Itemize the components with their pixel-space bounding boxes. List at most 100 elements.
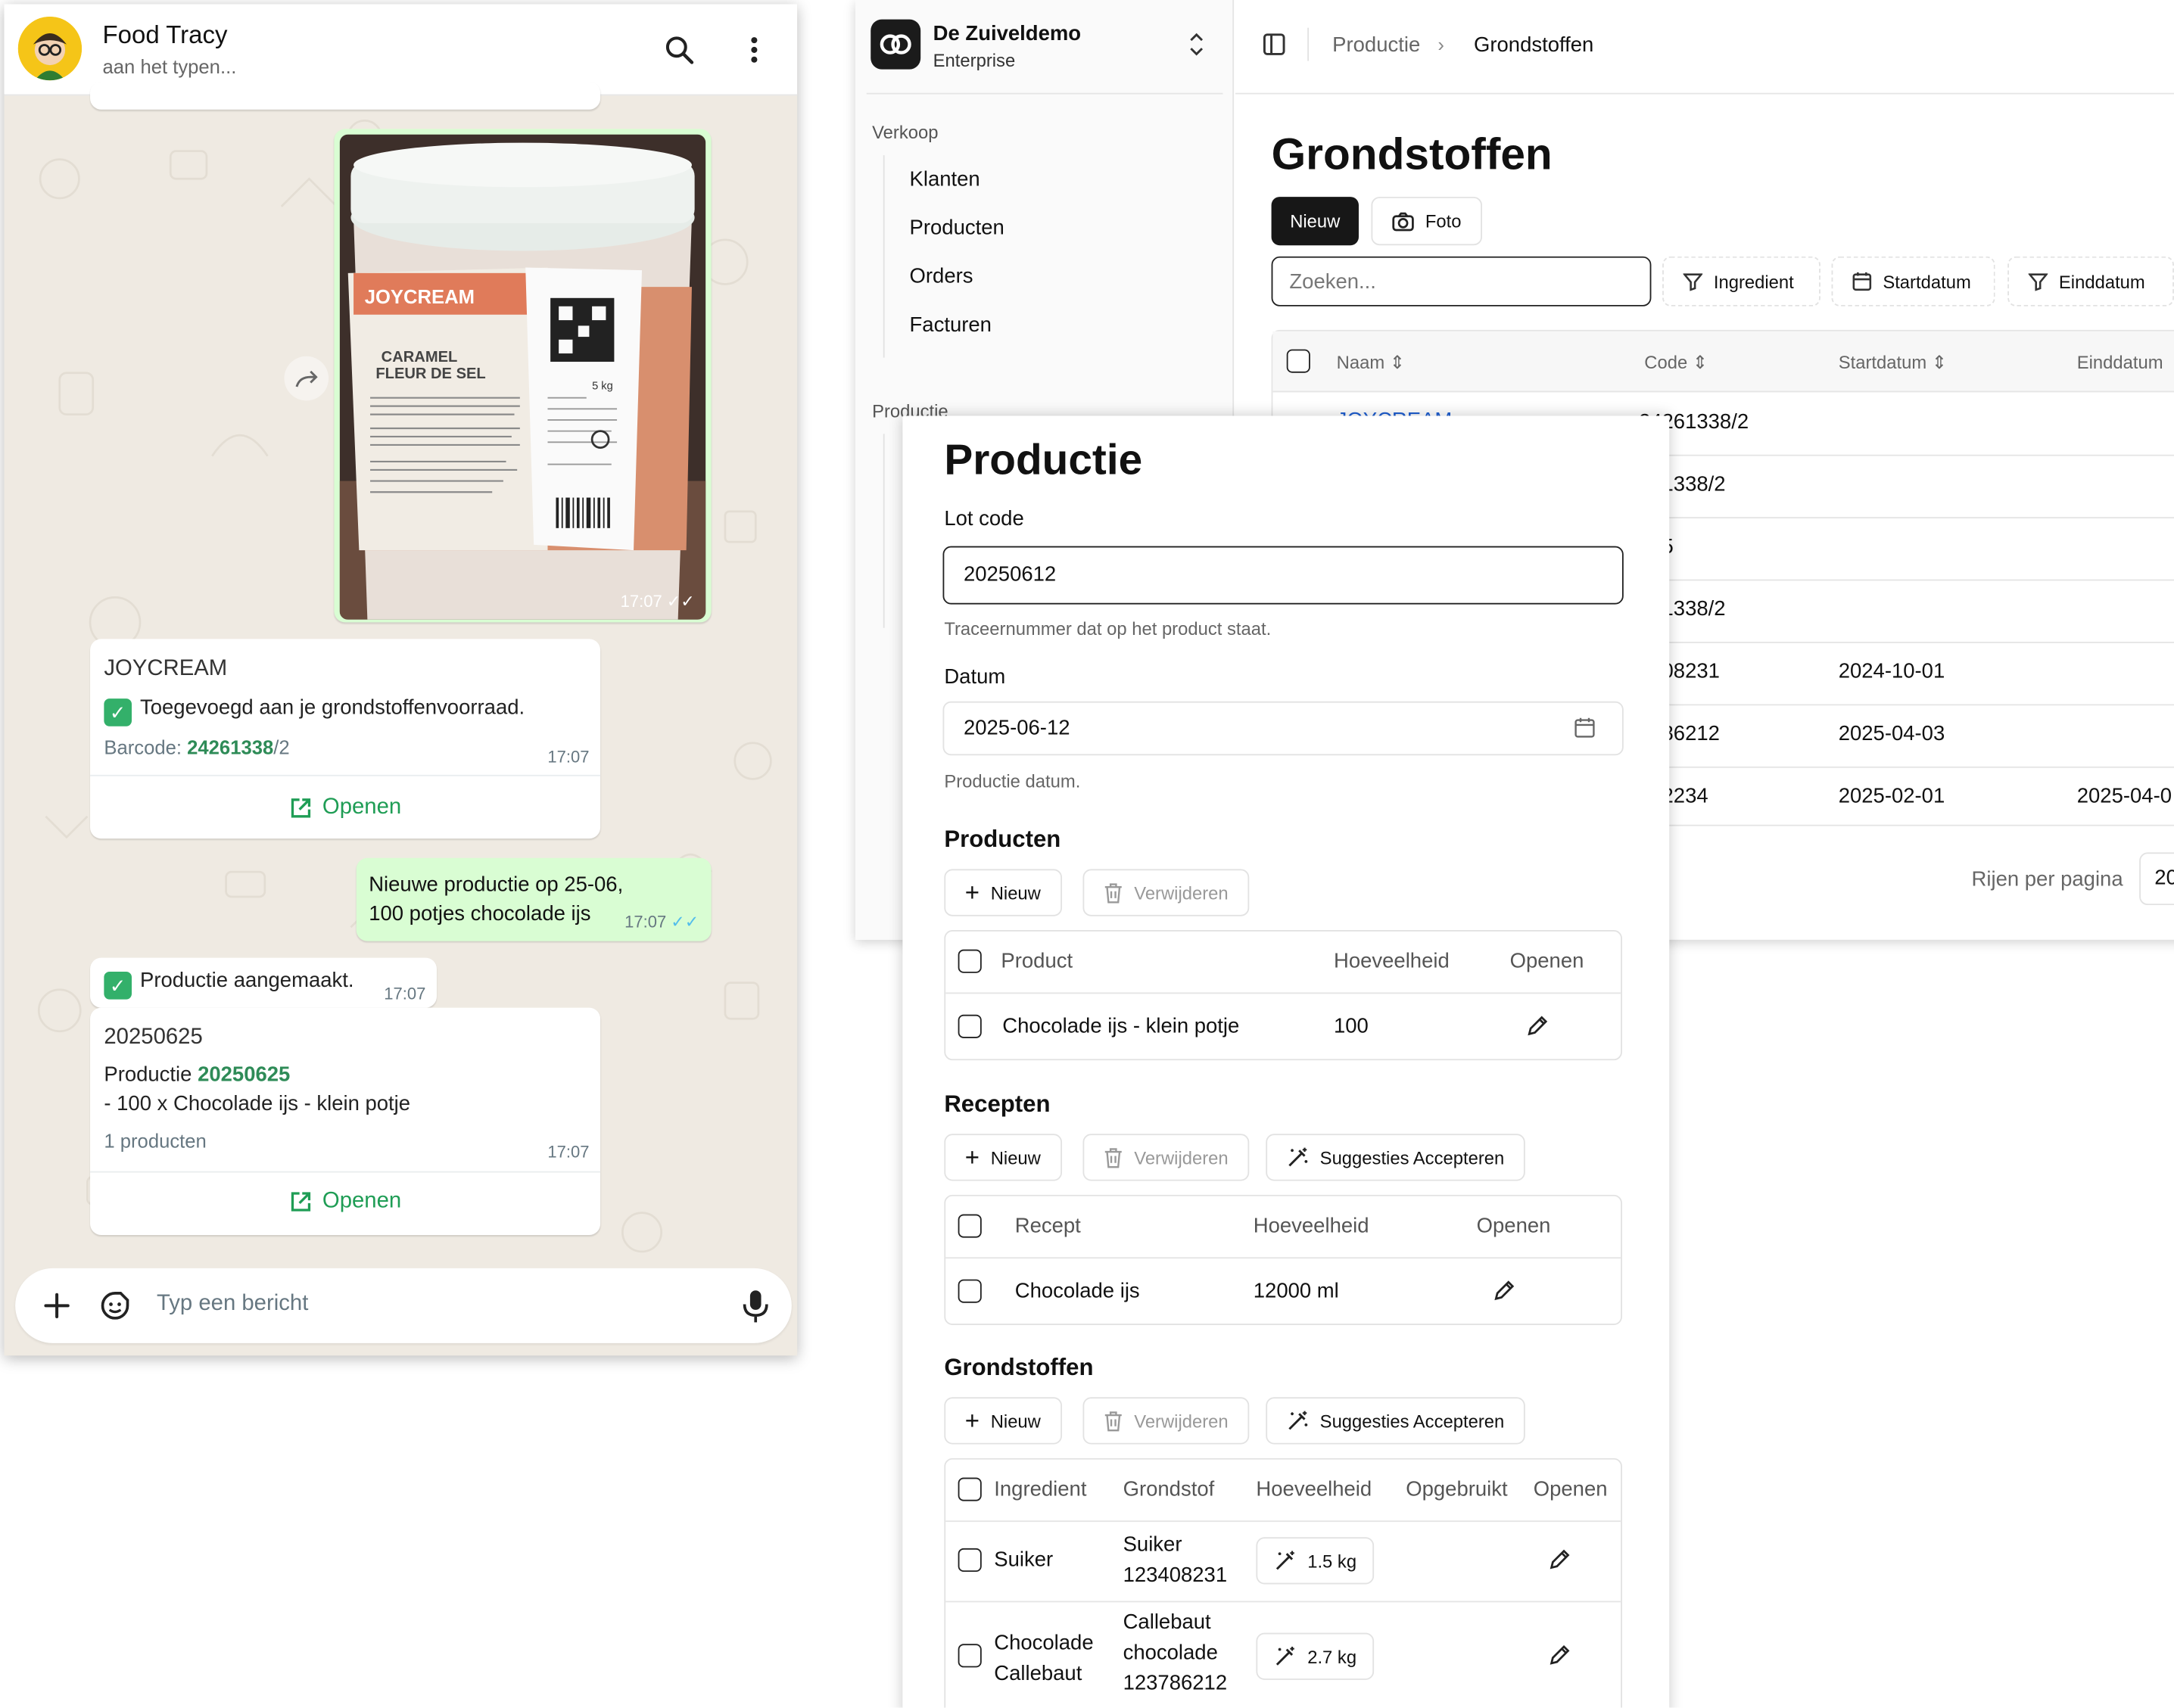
column-openen: Openen	[1509, 949, 1584, 973]
calendar-icon[interactable]	[1574, 717, 1596, 739]
column-einddatum[interactable]: Einddatum	[2077, 352, 2163, 372]
grondstoffen-delete-button[interactable]: Verwijderen	[1082, 1397, 1250, 1445]
column-code[interactable]: Code ⇕	[1644, 352, 1708, 374]
production-line: Productie 20250625	[104, 1062, 291, 1087]
microphone-icon[interactable]	[739, 1288, 772, 1324]
search-icon[interactable]	[659, 29, 700, 70]
column-naam[interactable]: Naam ⇕	[1337, 352, 1405, 374]
quantity-suggest-button[interactable]: 1.5 kg	[1256, 1537, 1375, 1585]
magic-wand-icon	[1288, 1411, 1308, 1430]
trash-icon	[1104, 882, 1122, 903]
breadcrumb-parent[interactable]: Productie	[1332, 33, 1420, 57]
chat-window: Food Tracy aan het typen... JOYCREAM CAR…	[4, 4, 798, 1356]
production-created-text: ✓ Productie aangemaakt.	[104, 969, 354, 1000]
filter-icon	[2028, 273, 2048, 291]
producten-new-button[interactable]: + Nieuw	[944, 869, 1062, 916]
plus-icon: +	[964, 1143, 980, 1171]
forward-icon[interactable]	[284, 356, 329, 401]
edit-pencil-icon[interactable]	[1547, 1547, 1572, 1579]
edit-pencil-icon[interactable]	[1492, 1278, 1517, 1310]
grondstoffen-accept-suggestions-button[interactable]: Suggesties Accepteren	[1266, 1397, 1525, 1445]
contact-name[interactable]: Food Tracy	[103, 20, 228, 49]
filter-einddatum[interactable]: Einddatum	[2007, 256, 2174, 306]
recepten-delete-button[interactable]: Verwijderen	[1082, 1134, 1250, 1181]
chevrons-up-down-icon[interactable]	[1185, 30, 1207, 58]
new-button[interactable]: Nieuw	[1271, 197, 1359, 246]
calendar-icon	[1852, 272, 1872, 291]
grondstof-name: Callebaut chocolade 123786212	[1123, 1610, 1228, 1696]
breadcrumb-current: Grondstoffen	[1473, 33, 1594, 58]
sidebar-item-facturen[interactable]: Facturen	[910, 313, 992, 337]
table-header	[1272, 331, 2174, 393]
magic-wand-icon	[1275, 1551, 1294, 1570]
select-all-checkbox[interactable]	[958, 1477, 982, 1501]
lot-code-input[interactable]: 20250612	[942, 546, 1624, 605]
recepten-new-button[interactable]: + Nieuw	[944, 1134, 1062, 1181]
production-card: 20250625 Productie 20250625 - 100 x Choc…	[90, 1007, 601, 1235]
column-grondstof: Grondstof	[1123, 1477, 1215, 1501]
sidebar-item-producten[interactable]: Producten	[910, 216, 1004, 240]
joycream-card: JOYCREAM ✓ Toegevoegd aan je grondstoffen…	[90, 639, 601, 839]
grondstoffen-section-title: Grondstoffen	[944, 1354, 1094, 1381]
filter-startdatum[interactable]: Startdatum	[1831, 256, 1995, 306]
date-hint: Productie datum.	[944, 770, 1081, 792]
more-options-icon[interactable]	[733, 29, 775, 70]
product-name: Chocolade ijs - klein potje	[1002, 1014, 1240, 1038]
productie-dialog: Productie Lot code 20250612 Traceernumme…	[902, 415, 1670, 1708]
production-link[interactable]: 20250625	[198, 1063, 290, 1087]
production-created-time: 17:07	[384, 984, 426, 1004]
product-quantity: 100	[1333, 1014, 1369, 1038]
sort-icon: ⇕	[1389, 352, 1405, 373]
outgoing-time: 17:07 ✓✓	[624, 912, 699, 932]
external-link-icon	[290, 798, 310, 818]
photo-button[interactable]: Foto	[1371, 197, 1482, 246]
select-all-checkbox[interactable]	[1286, 349, 1310, 373]
message-input[interactable]: Typ een bericht	[157, 1292, 308, 1317]
select-all-checkbox[interactable]	[958, 1214, 982, 1238]
contact-avatar[interactable]	[17, 16, 83, 81]
filter-ingredient[interactable]: Ingredient	[1662, 256, 1820, 306]
previous-message-bubble	[90, 82, 601, 110]
column-opgebruikt: Opgebruikt	[1406, 1477, 1508, 1501]
recepten-accept-suggestions-button[interactable]: Suggesties Accepteren	[1266, 1134, 1525, 1181]
rows-per-page-select[interactable]: 20	[2139, 852, 2174, 906]
image-message[interactable]: JOYCREAM CARAMEL FLEUR DE SEL 5 kg 17:07…	[334, 129, 712, 623]
plus-icon[interactable]	[40, 1289, 73, 1322]
row-checkbox[interactable]	[958, 1548, 982, 1573]
select-all-checkbox[interactable]	[958, 949, 982, 973]
grondstoffen-new-button[interactable]: + Nieuw	[944, 1397, 1062, 1445]
edit-pencil-icon[interactable]	[1525, 1013, 1550, 1045]
card-time: 17:07	[547, 1142, 590, 1162]
producten-delete-button[interactable]: Verwijderen	[1082, 869, 1250, 916]
trash-icon	[1104, 1147, 1122, 1168]
date-input[interactable]: 2025-06-12	[942, 701, 1624, 756]
camera-icon	[1392, 211, 1414, 231]
page-title: Grondstoffen	[1271, 129, 1553, 179]
org-name[interactable]: De Zuiveldemo	[933, 22, 1081, 45]
sidebar-item-orders[interactable]: Orders	[910, 265, 973, 288]
edit-pencil-icon[interactable]	[1547, 1642, 1572, 1674]
open-button[interactable]: Openen	[90, 1182, 600, 1221]
recepten-section-title: Recepten	[944, 1090, 1051, 1118]
product-photo[interactable]: JOYCREAM CARAMEL FLEUR DE SEL 5 kg	[339, 134, 706, 620]
sidebar-toggle-icon[interactable]	[1260, 30, 1288, 58]
message-composer: Typ een bericht	[15, 1268, 792, 1343]
magic-wand-icon	[1275, 1646, 1294, 1666]
column-startdatum[interactable]: Startdatum ⇕	[1839, 352, 1947, 374]
search-input[interactable]: Zoeken...	[1271, 256, 1652, 306]
quantity-suggest-button[interactable]: 2.7 kg	[1256, 1632, 1375, 1680]
sticker-icon[interactable]	[98, 1289, 132, 1322]
double-check-icon: ✓✓	[666, 592, 695, 611]
column-hoeveelheid: Hoeveelheid	[1253, 1214, 1369, 1238]
row-checkbox[interactable]	[958, 1014, 982, 1038]
lot-code-label: Lot code	[944, 507, 1024, 531]
sidebar-item-klanten[interactable]: Klanten	[910, 168, 980, 191]
card-title: JOYCREAM	[104, 657, 228, 681]
row-checkbox[interactable]	[958, 1279, 982, 1303]
magic-wand-icon	[1288, 1147, 1308, 1167]
outgoing-message: Nieuwe productie op 25-06, 100 potjes cho…	[356, 857, 712, 941]
check-icon: ✓	[104, 698, 132, 726]
open-button[interactable]: Openen	[90, 789, 600, 827]
row-checkbox[interactable]	[958, 1644, 982, 1668]
barcode-link[interactable]: 24261338	[187, 736, 273, 758]
